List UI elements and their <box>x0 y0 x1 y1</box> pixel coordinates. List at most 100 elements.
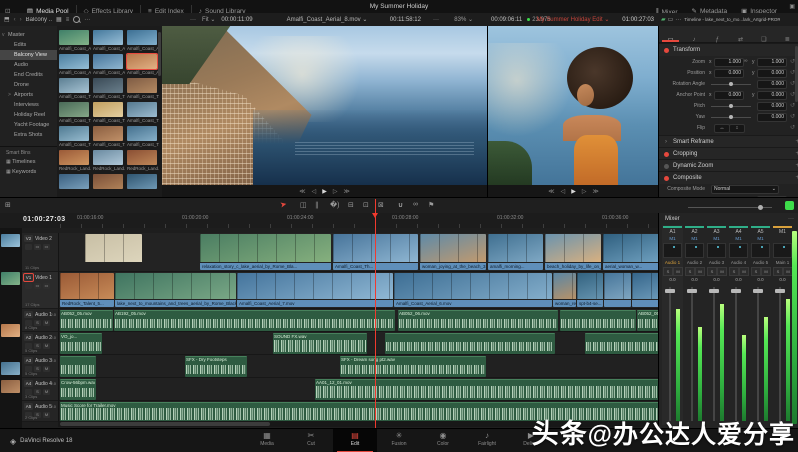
strip-bus-assign[interactable]: M1 <box>706 236 727 241</box>
enable-icon[interactable]: ▭ <box>34 244 41 250</box>
mixer-strip-a2[interactable]: A2 M1 Audio 2 S M 0.0 <box>684 225 705 425</box>
play-icon[interactable]: ▶ <box>322 188 327 195</box>
inspector-tab-audio[interactable]: ♪Audio <box>682 26 705 52</box>
video-clip[interactable]: Amalfi_Coast_Aerial_6.mov <box>394 273 552 307</box>
section-enable-dot[interactable] <box>664 176 669 181</box>
panel-toggle-icon[interactable]: ▣ <box>789 3 795 10</box>
jump-end-icon[interactable]: ≫ <box>343 188 349 195</box>
audio-clip[interactable]: AB192_05.mov <box>114 310 395 331</box>
page-tab-fairlight[interactable]: ♪ Fairlight <box>465 429 509 452</box>
audio-clip[interactable] <box>60 356 96 377</box>
inspector-tab-image[interactable]: ❑Image <box>752 26 775 52</box>
pan-control[interactable] <box>685 243 704 258</box>
source-menu-icon[interactable]: ··· <box>433 17 439 23</box>
fader-track[interactable] <box>691 287 693 421</box>
overwrite-clip-icon[interactable]: ⊡ <box>363 201 369 209</box>
trim-mode-icon[interactable]: ◫ <box>300 201 307 209</box>
media-clip-thumbnail[interactable] <box>127 30 157 45</box>
video-clip[interactable]: spt-b4-se... <box>577 273 603 307</box>
forward-icon[interactable]: › <box>20 17 22 23</box>
solo-button[interactable]: S <box>773 267 783 276</box>
mute-icon[interactable]: M <box>43 320 50 326</box>
audio-clip[interactable]: AB052_06.mov <box>398 310 558 331</box>
track-badge[interactable]: A2 <box>24 334 33 341</box>
smart-bin-timelines[interactable]: ▦ Timelines <box>6 159 35 165</box>
app-brand[interactable]: ◈ DaVinci Resolve 18 <box>10 429 72 452</box>
y-value-field[interactable]: 0.000 <box>757 68 787 78</box>
track-lane-a3[interactable]: SFX - Dry Footsteps SFX - Dream song pt2.… <box>58 355 660 378</box>
solo-button[interactable]: S <box>729 267 739 276</box>
mute-button[interactable]: M <box>717 267 727 276</box>
play-reverse-icon[interactable]: ◁ <box>561 188 566 195</box>
mixer-options-icon[interactable]: ··· <box>788 216 794 222</box>
audio-clip[interactable]: SOUND FX.wav <box>273 333 367 354</box>
solo-button[interactable]: S <box>663 267 673 276</box>
mixer-strip-a1[interactable]: A1 M1 Audio 1 S M 0.0 <box>662 225 683 425</box>
track-badge[interactable]: A4 <box>24 380 33 387</box>
timeline-name[interactable]: My Summer Holiday Edit ⌄ <box>527 16 619 23</box>
video-clip[interactable] <box>632 273 660 307</box>
fader-track[interactable] <box>669 287 671 421</box>
replace-clip-icon[interactable]: ⊠ <box>378 201 384 209</box>
media-clip-thumbnail[interactable] <box>127 126 157 141</box>
track-header-v2[interactable]: V2 Video 2 ▭ ▭ 11 Clips <box>22 233 59 272</box>
param-slider[interactable] <box>711 104 751 108</box>
track-badge[interactable]: A5 <box>24 403 33 410</box>
strip-bus-assign[interactable]: M1 <box>750 236 771 241</box>
track-lane-a2[interactable]: VO_jo... SOUND FX.wav <box>58 332 660 355</box>
lock-icon[interactable] <box>25 244 32 250</box>
fader-handle[interactable] <box>775 289 785 293</box>
audio-clip[interactable]: Crow-56bpm.wav <box>60 379 96 400</box>
value-field[interactable]: 0.000 <box>757 101 787 111</box>
play-reverse-icon[interactable]: ◁ <box>312 188 317 195</box>
media-clip-thumbnail[interactable] <box>127 150 157 165</box>
back-icon[interactable]: ‹ <box>14 17 16 23</box>
auto-select-icon[interactable]: ▭ <box>43 244 50 250</box>
page-tab-color[interactable]: ◉ Color <box>421 429 465 452</box>
solo-button[interactable]: S <box>707 267 717 276</box>
timeline-zoom-slider[interactable] <box>688 205 772 210</box>
track-header-a2[interactable]: A2 Audio 2 2.0 S M 5 Clips <box>22 332 59 355</box>
video-clip[interactable]: Amalfi_Coast_Aerial_7.mov <box>237 273 393 307</box>
media-clip-thumbnail[interactable] <box>127 78 157 93</box>
media-clip-thumbnail[interactable] <box>93 54 123 69</box>
fader-track[interactable] <box>735 287 737 421</box>
pan-control[interactable] <box>707 243 726 258</box>
fader-track[interactable] <box>779 287 781 421</box>
enable-icon[interactable]: ▭ <box>34 283 41 289</box>
insert-clip-icon[interactable]: ⊟ <box>348 201 354 209</box>
value-field[interactable]: 0.000 <box>757 79 787 89</box>
track-badge[interactable]: V1 <box>24 274 33 281</box>
track-lane-v1[interactable]: RedRock_Talent_5... lake_next_to_mountain… <box>58 272 660 309</box>
slider-knob[interactable] <box>729 104 733 108</box>
clip-color-icon[interactable]: ▰ <box>661 16 666 23</box>
fader-handle[interactable] <box>709 289 719 293</box>
list-view-icon[interactable]: ≡ <box>66 17 70 23</box>
solo-button[interactable]: S <box>685 267 695 276</box>
jump-start-icon[interactable]: ≪ <box>299 188 305 195</box>
jump-start-icon[interactable]: ≪ <box>548 188 554 195</box>
bin-item-master[interactable]: v Master <box>0 30 65 40</box>
pan-control[interactable] <box>663 243 682 258</box>
mute-button[interactable]: M <box>695 267 705 276</box>
value-field[interactable]: 0.000 <box>757 112 787 122</box>
fader-track[interactable] <box>713 287 715 421</box>
page-tab-edit[interactable]: ▤ Edit <box>333 429 377 452</box>
slider-knob[interactable] <box>729 115 733 119</box>
search-icon[interactable] <box>73 16 81 23</box>
link-xy-icon[interactable]: ∞ <box>744 58 748 64</box>
video-clip[interactable]: RedRock_Talent_5... <box>60 273 114 307</box>
media-clip-thumbnail[interactable] <box>127 102 157 117</box>
audio-clip[interactable]: AB052_05.mov <box>60 310 113 331</box>
track-header-a3[interactable]: A3 Audio 3 2.0 S M 5 Clips <box>22 355 59 378</box>
playhead-line[interactable] <box>375 199 376 428</box>
media-clip-thumbnail[interactable] <box>93 150 123 165</box>
video-clip[interactable]: lake_next_to_mountains_and_trees_aerial_… <box>115 273 236 307</box>
jump-end-icon[interactable]: ≫ <box>592 188 598 195</box>
inspector-tab-transition[interactable]: ⇄Transition <box>729 26 752 52</box>
inspector-section-transform[interactable]: Transform+↺ <box>659 43 798 56</box>
media-clip-thumbnail[interactable] <box>59 174 89 189</box>
media-clip-thumbnail[interactable] <box>59 150 89 165</box>
track-header-a1[interactable]: A1 Audio 1 2.0 S M 8 Clips <box>22 309 59 332</box>
track-lane-a4[interactable]: Crow-56bpm.wav AA01_12_01.mov <box>58 378 660 401</box>
